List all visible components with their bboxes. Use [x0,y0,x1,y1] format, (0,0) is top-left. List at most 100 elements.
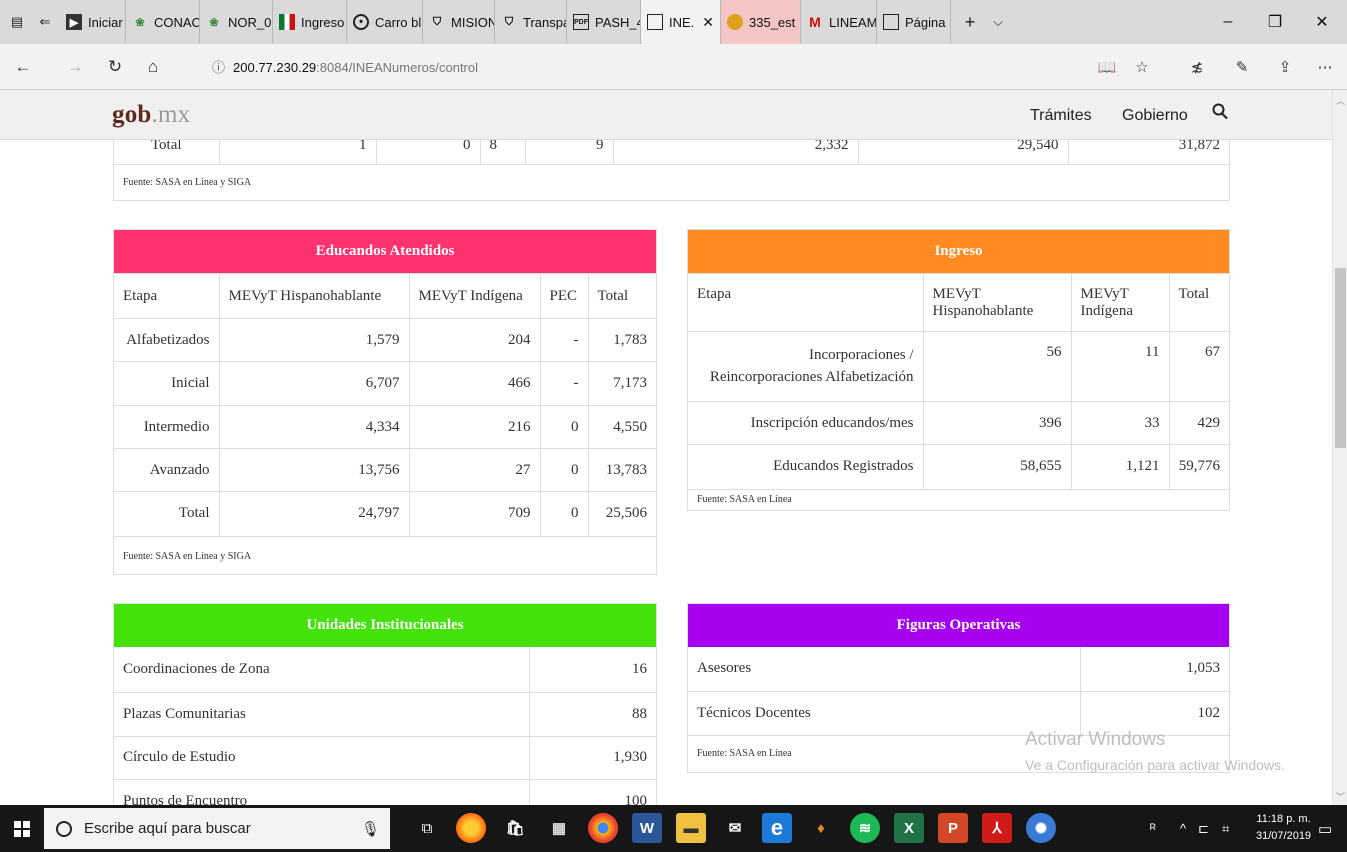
favorite-star-icon[interactable]: ☆ [1129,54,1155,80]
forward-arrow-icon[interactable]: → [62,54,88,80]
input-language-icon[interactable]: ⌗ [1222,805,1229,852]
spotify-icon[interactable]: ≋ [850,813,880,843]
people-icon[interactable]: ᴿ [1150,805,1156,852]
more-menu-icon[interactable]: ⋯ [1312,54,1338,80]
tab-close-icon[interactable]: ✕ [702,14,714,31]
tab-335[interactable]: 335_est [721,0,801,44]
acrobat-icon[interactable]: ⅄ [982,813,1012,843]
table-cell: 466 [408,361,540,406]
share-icon[interactable]: ⇪ [1272,54,1298,80]
url-field[interactable]: ⓘ 200.77.230.29:8084/INEANumeros/control [212,57,478,76]
table-cell: 429 [1168,401,1229,445]
notifications-icon[interactable]: ▭ [1318,805,1332,852]
tray-chevron-icon[interactable]: ^ [1180,805,1186,852]
mail-icon[interactable]: ✉ [720,813,750,843]
windows-start-icon[interactable] [0,805,44,852]
minimize-icon[interactable]: – [1205,0,1251,44]
calculator-icon[interactable]: ▦ [544,813,574,843]
tab-label: Ingreso [301,14,345,30]
tab-transpa[interactable]: ⛉ Transpa [495,0,567,44]
search-icon[interactable] [1212,103,1228,125]
column-header: PEC [539,273,588,319]
back-arrow-icon[interactable]: ← [10,54,36,80]
site-info-icon[interactable]: ⓘ [212,60,225,75]
tab-inea-active[interactable]: INE. ✕ [641,0,721,44]
top-summary-table: Total 1 0 8 9 2,332 29,540 31,872 Fuente… [113,140,1230,201]
table-cell: 1 [218,140,376,164]
tab-label: MISION [451,14,495,30]
nav-gobierno[interactable]: Gobierno [1122,107,1188,125]
edge-icon[interactable]: e [762,813,792,843]
new-tab-plus-icon[interactable]: + [959,11,981,33]
column-header: Etapa [114,273,219,319]
scroll-down-icon[interactable]: ﹀ [1336,790,1345,803]
tab-favicon-icon: ❀ [209,16,219,29]
table-cell: 13,783 [587,448,656,492]
table-cell: 24,797 [218,491,409,536]
store-icon[interactable]: 🛍 [500,813,530,843]
logo-ext: .mx [151,101,191,128]
tab-iniciar[interactable]: ▶ Iniciar [60,0,126,44]
gob-mx-logo[interactable]: gob.mx [112,101,190,129]
task-view-icon[interactable]: ⧉ [412,813,442,843]
tab-favicon-icon: ⛉ [504,15,514,28]
scroll-up-icon[interactable]: ︿ [1336,94,1345,107]
restore-icon[interactable]: ❐ [1252,0,1298,44]
tab-nor01[interactable]: ❀ NOR_01 [200,0,273,44]
vertical-scrollbar[interactable]: ︿ ﹀ [1332,90,1347,805]
file-explorer-icon[interactable]: ▬ [676,813,706,843]
table-row: Plazas Comunitarias 88 [114,691,656,736]
reading-view-icon[interactable]: 📖 [1094,54,1120,80]
panel-title: Figuras Operativas [688,604,1229,647]
word-icon[interactable]: W [632,813,662,843]
tab-favicon-icon: ▶ [66,14,82,30]
microphone-icon[interactable]: 🎙 [361,820,380,838]
table-cell: 29,540 [857,140,1068,164]
table-row: Alfabetizados 1,579 204 - 1,783 [114,318,656,362]
network-icon[interactable]: ⊏ [1198,805,1209,852]
table-cell: 7,173 [587,361,656,406]
table-cell: 67 [1168,331,1229,402]
refresh-icon[interactable]: ↻ [102,54,128,80]
tab-favicon-icon: ❀ [135,16,145,29]
media-app-icon[interactable] [1026,813,1056,843]
tab-carro[interactable]: • Carro bl [347,0,423,44]
nav-tramites[interactable]: Trámites [1030,107,1092,125]
tab-conac[interactable]: ❀ CONAC [126,0,200,44]
clock-time: 11:18 p. m. [1256,813,1311,825]
tab-aside-icon[interactable]: ⇐ [34,11,56,33]
close-window-icon[interactable]: ✕ [1299,0,1345,44]
taskbar-clock[interactable]: 11:18 p. m. 31/07/2019 [1256,811,1311,845]
excel-icon[interactable]: X [894,813,924,843]
table-cell: 88 [528,691,656,736]
tab-list-chevron-icon[interactable]: ⌵ [987,11,1009,33]
table-row: Avanzado 13,756 27 0 13,783 [114,448,656,492]
table-header-row: Etapa MEVyT Hispanohablante MEVyT Indíge… [114,273,656,319]
app-flame-icon[interactable]: ♦ [806,813,836,843]
scrollbar-thumb[interactable] [1335,268,1346,448]
tab-ingreso[interactable]: Ingreso [273,0,347,44]
ingreso-panel: Ingreso Etapa MEVyT Hispanohablante MEVy… [687,229,1230,511]
web-note-pen-icon[interactable]: ✎ [1229,54,1255,80]
taskbar-search-box[interactable]: Escribe aquí para buscar 🎙 [44,808,390,849]
table-row: Total 1 0 8 9 2,332 29,540 31,872 [114,140,1229,164]
home-icon[interactable]: ⌂ [140,54,166,80]
tab-favicon-icon: PDF [573,14,589,30]
column-header: MEVyT Indígena [1070,273,1169,332]
favorites-hub-icon[interactable]: ≴ [1184,54,1210,80]
tab-pagina[interactable]: Página [877,0,951,44]
table-cell: 1,053 [1079,647,1229,691]
unidades-table: Coordinaciones de Zona 16 Plazas Comunit… [114,647,656,805]
column-header: MEVyT Hispanohablante [922,273,1071,332]
chrome-icon[interactable] [588,813,618,843]
column-header: Etapa [688,273,923,332]
table-cell: 4,334 [218,405,409,449]
tab-mision[interactable]: ⛉ MISION [423,0,495,44]
powerpoint-icon[interactable]: P [938,813,968,843]
tab-lineam[interactable]: M LINEAM [801,0,877,44]
tab-pash[interactable]: PDF PASH_4 [567,0,641,44]
tab-label: NOR_01 [228,14,272,30]
firefox-icon[interactable] [456,813,486,843]
tab-actions-icon[interactable]: ▤ [6,11,28,33]
table-cell: Coordinaciones de Zona [123,660,270,677]
